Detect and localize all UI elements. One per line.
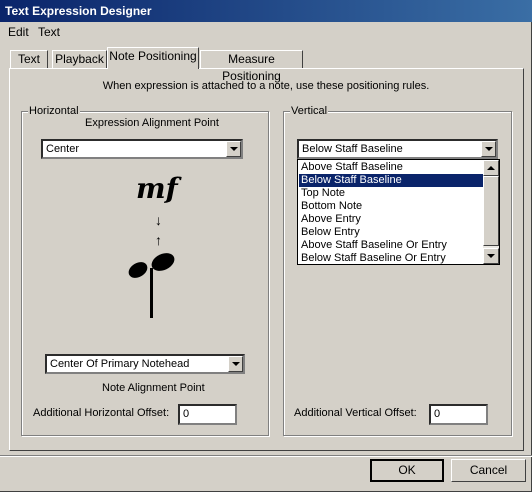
ok-button[interactable]: OK [370,459,444,482]
tab-note-positioning[interactable]: Note Positioning [107,47,199,69]
list-item[interactable]: Below Staff Baseline Or Entry [299,252,485,265]
arrow-up-icon: ↑ [155,232,162,248]
tab-playback[interactable]: Playback [52,50,107,68]
vertical-offset-label: Additional Vertical Offset: [294,407,417,419]
list-item[interactable]: Above Staff Baseline Or Entry [299,239,485,252]
menu-text[interactable]: Text [38,25,60,39]
note-alignment-label: Note Alignment Point [102,382,205,394]
horizontal-group-label: Horizontal [28,105,80,117]
note-stem-icon [150,268,153,318]
positioning-hint: When expression is attached to a note, u… [102,80,430,92]
vertical-position-select[interactable]: Below Staff Baseline [297,139,498,159]
cancel-button[interactable]: Cancel [451,459,526,482]
dynamic-marking-mf: mf [136,172,178,205]
vertical-position-dropdown-list[interactable]: Above Staff Baseline Below Staff Baselin… [297,159,500,265]
window-title: Text Expression Designer [5,4,152,18]
vertical-offset-value: 0 [434,408,441,420]
secondary-notehead-icon [128,262,148,278]
scroll-thumb[interactable] [483,176,499,246]
chevron-down-icon[interactable] [228,356,243,372]
menu-bar: Edit Text [0,22,532,42]
note-alignment-value: Center Of Primary Notehead [50,358,190,370]
horizontal-offset-value: 0 [183,408,190,420]
vertical-position-value: Below Staff Baseline [302,143,403,155]
title-bar[interactable]: Text Expression Designer [0,0,532,22]
menu-edit[interactable]: Edit [8,25,29,39]
list-scrollbar[interactable] [483,160,499,264]
scroll-down-icon[interactable] [483,248,499,264]
expression-alignment-select[interactable]: Center [41,139,243,159]
note-alignment-select[interactable]: Center Of Primary Notehead [45,354,245,374]
note-diagram-icon [128,253,175,318]
horizontal-offset-label: Additional Horizontal Offset: [33,407,170,419]
scroll-up-icon[interactable] [483,160,499,176]
arrow-down-icon: ↓ [155,212,162,228]
expression-alignment-value: Center [46,143,80,155]
chevron-down-icon[interactable] [226,141,241,157]
vertical-group-label: Vertical [290,105,329,117]
footer-divider [0,455,532,457]
list-item[interactable]: Above Staff Baseline [299,161,485,174]
list-item[interactable]: Below Entry [299,226,485,239]
dialog-window: Text Expression Designer Edit Text Text … [0,0,532,492]
list-item[interactable]: Bottom Note [299,200,485,213]
list-item-selected[interactable]: Below Staff Baseline [299,174,485,187]
primary-notehead-icon [151,253,175,271]
vertical-offset-input[interactable]: 0 [429,404,488,425]
horizontal-offset-input[interactable]: 0 [178,404,237,425]
tab-measure-positioning[interactable]: Measure Positioning [200,50,303,83]
list-item[interactable]: Top Note [299,187,485,200]
list-item[interactable]: Above Entry [299,213,485,226]
expression-alignment-label: Expression Alignment Point [85,117,219,129]
tab-text[interactable]: Text [10,50,48,68]
chevron-down-icon[interactable] [481,141,496,157]
